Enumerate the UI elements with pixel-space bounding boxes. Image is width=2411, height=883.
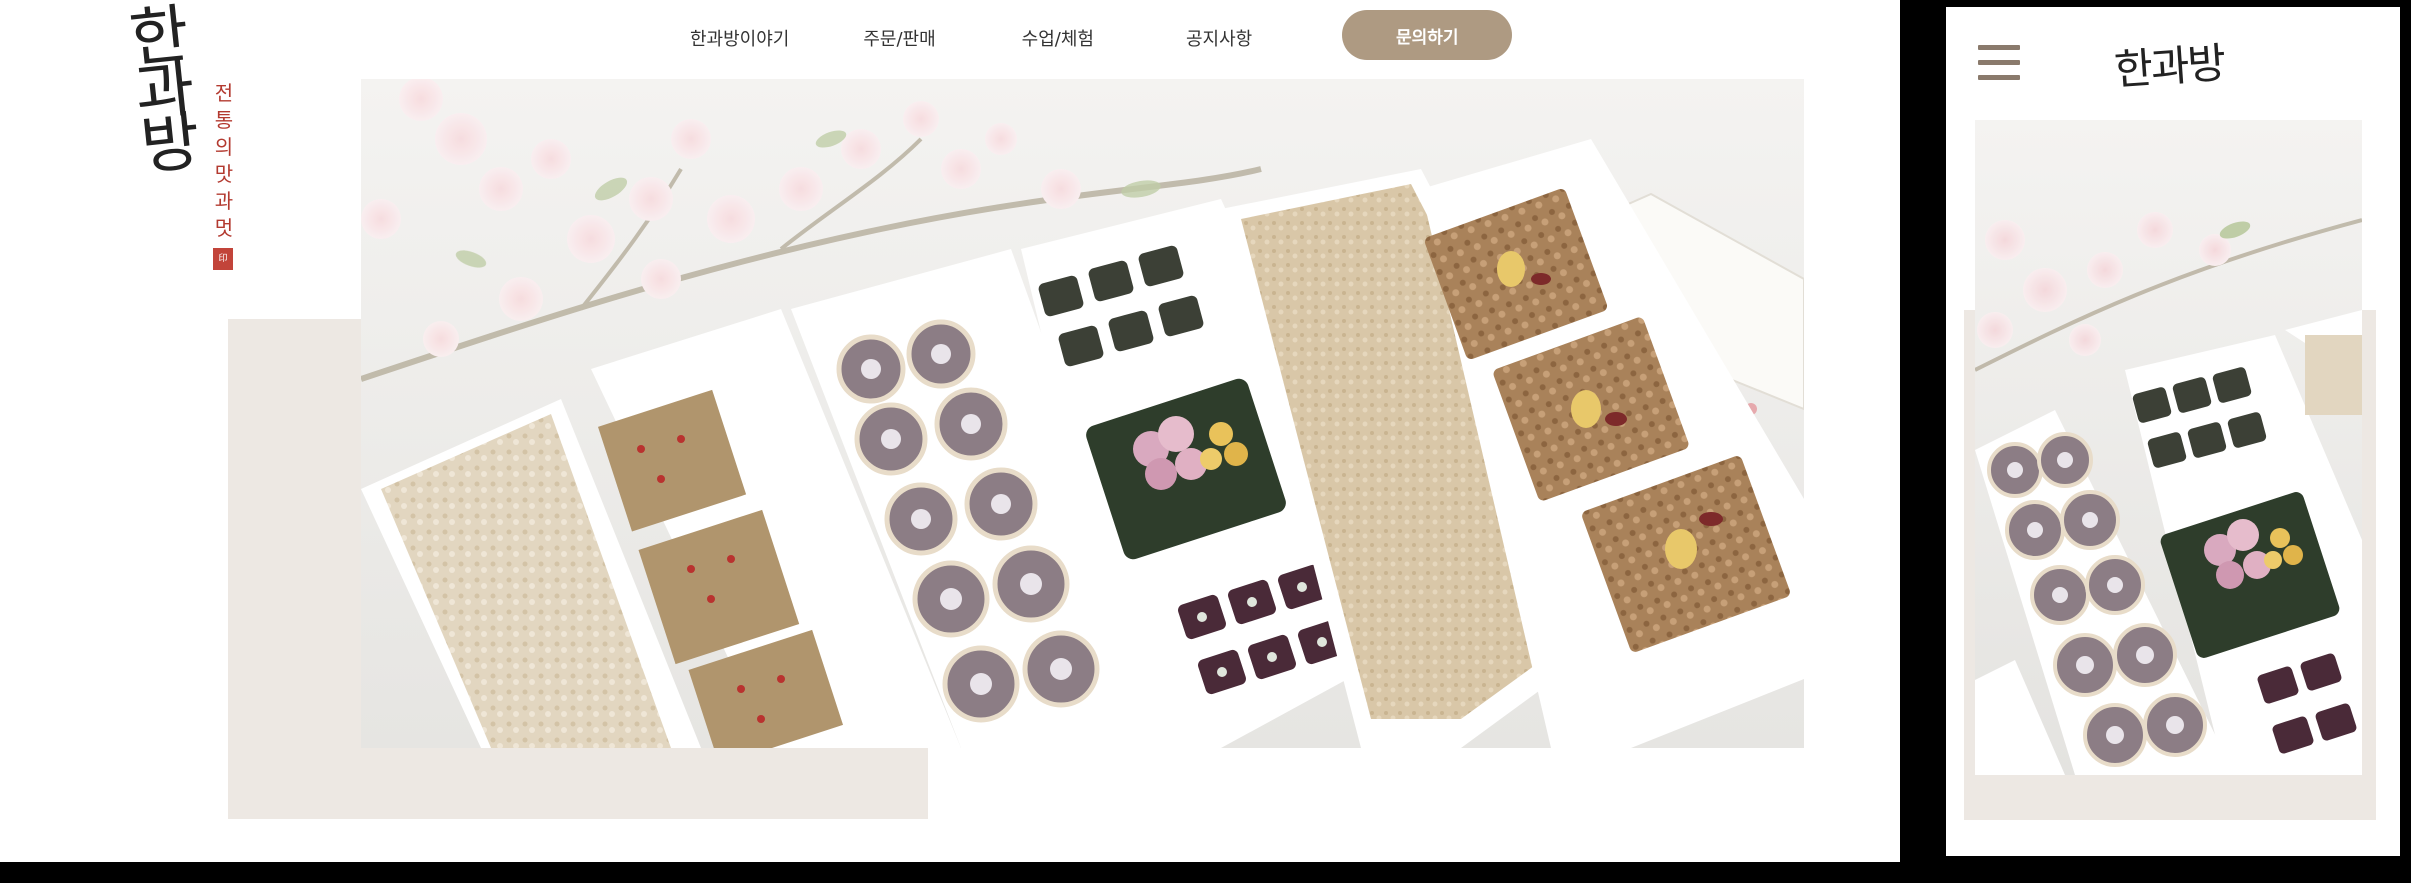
nav-item-class[interactable]: 수업/체험 — [1022, 25, 1094, 51]
tagline-char: 전 — [214, 81, 234, 105]
mobile-site-logo[interactable]: 한과방 — [2112, 29, 2226, 98]
tagline-char: 의 — [214, 135, 234, 159]
nav-item-order[interactable]: 주문/판매 — [863, 25, 935, 51]
logo-main-text: 한 과 방 — [117, 0, 213, 185]
desktop-preview: 한 과 방 전 통 의 맛 과 멋 印 한과방이야기 주문/판매 수업/체험 공… — [0, 0, 1900, 862]
nav-item-story[interactable]: 한과방이야기 — [690, 25, 789, 51]
main-nav: 한과방이야기 주문/판매 수업/체험 공지사항 문의하기 — [690, 10, 1513, 60]
mobile-hero-image — [1975, 120, 2362, 775]
nav-item-notice[interactable]: 공지사항 — [1186, 25, 1252, 51]
logo-char: 방 — [137, 104, 204, 185]
logo-tagline: 전 통 의 맛 과 멋 — [212, 80, 236, 242]
hamburger-menu-icon[interactable] — [1978, 43, 2020, 83]
tagline-char: 통 — [214, 108, 234, 132]
mobile-preview: 한과방 — [1946, 7, 2400, 856]
inquiry-button[interactable]: 문의하기 — [1342, 10, 1513, 60]
tagline-char: 맛 — [214, 162, 234, 186]
tagline-char: 멋 — [214, 216, 234, 240]
site-logo[interactable]: 한 과 방 전 통 의 맛 과 멋 印 — [125, 0, 245, 280]
tagline-char: 과 — [214, 189, 234, 213]
hero-image — [361, 79, 1804, 748]
logo-seal-stamp: 印 — [213, 248, 233, 270]
